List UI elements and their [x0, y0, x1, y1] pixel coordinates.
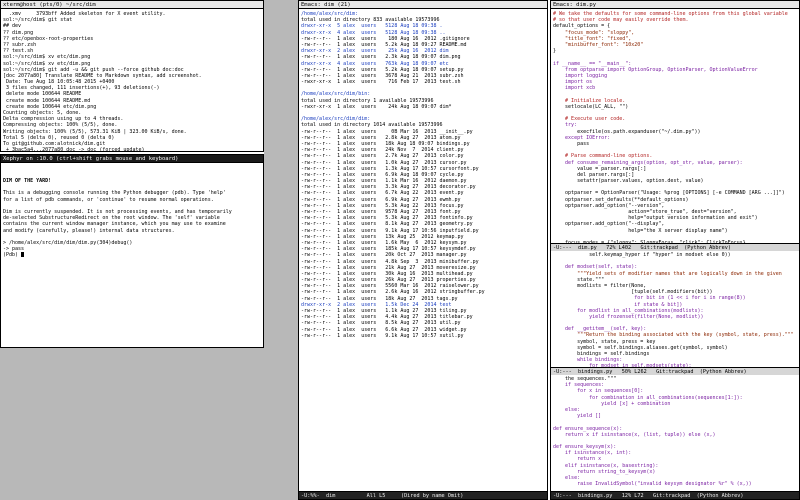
desktop-background-strip	[264, 0, 298, 348]
debug-console[interactable]: DIM OF THE YARD! This is a debugging con…	[1, 164, 263, 347]
debug-line: This is a debugging console running the …	[3, 190, 226, 197]
dired-titlebar[interactable]: Emacs: dim (21)	[299, 1, 547, 9]
debug-line: contains the current window manager inst…	[3, 221, 226, 228]
editor-titlebar[interactable]: Emacs: dim.py	[551, 1, 799, 9]
code-line: raise InvalidSymbol("invalid keysym desi…	[553, 481, 752, 488]
terminal-output[interactable]: .xmv 3793bff Added skeleton for X event …	[1, 10, 263, 151]
editor-pane-bottom[interactable]: the sequences.""" if sequences: for x in…	[551, 375, 799, 492]
editor-pane-top[interactable]: # We take the defaults for some command-…	[551, 10, 799, 243]
dired-buffer[interactable]: /home/alex/src/dim: total used in directo…	[299, 10, 547, 490]
dired-file-row[interactable]: -rw-r--r-- 1 alex users 9.1k Aug 17 10:5…	[301, 333, 545, 339]
terminal-line: + 3bac5a4...2077a80 doc -> doc (forced u…	[3, 147, 145, 151]
xephyr-window[interactable]: Xephyr on :10.0 (ctrl+shift grabs mouse …	[0, 154, 264, 348]
terminal-window-top[interactable]: xterm@host (pts/0) ~/src/dim .xmv 3793bf…	[0, 0, 264, 152]
code-line: """Return the binding associated with th…	[553, 332, 794, 339]
code-line: """Yield sets of modifier names that are…	[553, 270, 782, 277]
editor-window[interactable]: Emacs: dim.py # We take the defaults for…	[550, 0, 800, 500]
dired-modeline: -U:%%- dim All L5 (Dired by name Omit)	[299, 491, 547, 499]
editor-modeline-top: -U:--- dim.py 72% L402 Git:trackpad (Pyt…	[551, 243, 799, 251]
xephyr-titlebar[interactable]: Xephyr on :10.0 (ctrl+shift grabs mouse …	[1, 155, 263, 163]
desktop-background	[0, 348, 298, 500]
dired-window[interactable]: Emacs: dim (21) /home/alex/src/dim: total…	[298, 0, 548, 500]
code-line: optparser = OptionParser("Usage: %prog […	[553, 190, 785, 197]
pdb-cursor	[21, 252, 25, 258]
debug-line: (Pdb)	[3, 252, 261, 258]
editor-pane-middle[interactable]: self.keymap_hyper if "hyper" in modset e…	[551, 251, 799, 367]
editor-modeline-middle: -U:--- bindings.py 50% L262 Git:trackpad…	[551, 367, 799, 375]
terminal-titlebar[interactable]: xterm@host (pts/0) ~/src/dim	[1, 1, 263, 9]
editor-modeline-bottom: -U:--- bindings.py 12% L72 Git:trackpad …	[551, 491, 799, 499]
